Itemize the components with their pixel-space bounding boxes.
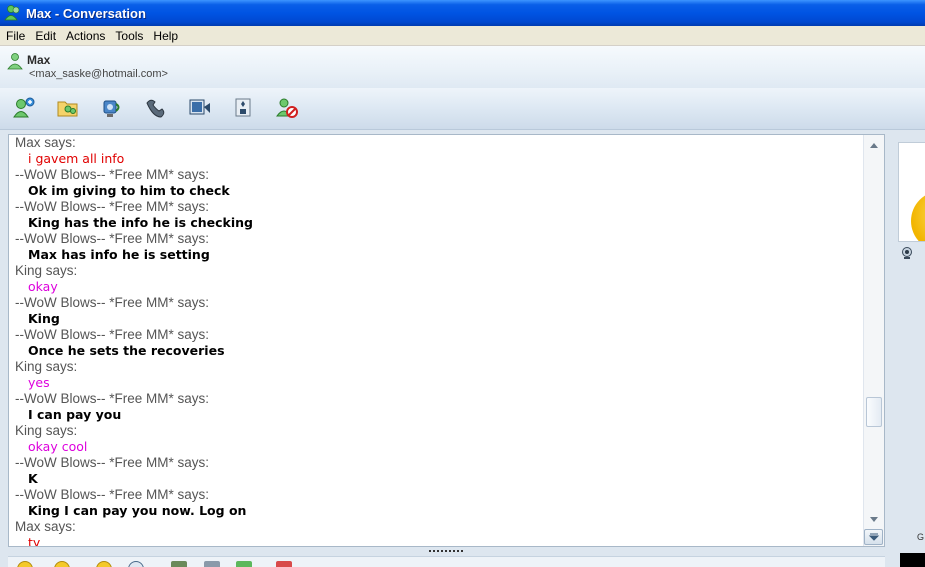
message-text: King I can pay you now. Log on bbox=[28, 503, 247, 518]
message-sender: --WoW Blows-- *Free MM* says: bbox=[15, 327, 210, 342]
contact-status-icon bbox=[7, 53, 23, 70]
message-text: ty bbox=[28, 535, 41, 547]
scroll-down-button[interactable] bbox=[867, 513, 881, 527]
message-sender: --WoW Blows-- *Free MM* says: bbox=[15, 487, 210, 502]
invite-contact-button[interactable] bbox=[10, 94, 38, 122]
message-sender: King says: bbox=[15, 263, 78, 278]
message-text: King has the info he is checking bbox=[28, 215, 254, 230]
message-item: Max says: ty bbox=[15, 519, 865, 547]
message-text: King bbox=[28, 311, 60, 326]
message-item: --WoW Blows-- *Free MM* says: King I can … bbox=[15, 487, 865, 519]
invite-contact-icon bbox=[13, 97, 35, 118]
pane-splitter[interactable] bbox=[8, 547, 885, 555]
games-icon bbox=[235, 98, 251, 117]
format-toolbar bbox=[8, 556, 885, 567]
webcam-icon bbox=[103, 100, 120, 117]
contact-display-picture[interactable] bbox=[898, 142, 925, 242]
arrow-up-icon bbox=[870, 143, 878, 148]
background-icon[interactable] bbox=[171, 561, 187, 567]
block-icon bbox=[276, 98, 298, 118]
message-list: Max says: i gavem all info --WoW Blows-- *… bbox=[15, 135, 865, 547]
scroll-thumb[interactable] bbox=[866, 397, 882, 427]
menu-actions[interactable]: Actions bbox=[62, 27, 111, 45]
message-sender: --WoW Blows-- *Free MM* says: bbox=[15, 295, 210, 310]
message-item: King says: okay cool bbox=[15, 423, 865, 455]
window-title: Max - Conversation bbox=[26, 5, 146, 21]
scroll-up-button[interactable] bbox=[867, 138, 881, 152]
send-files-icon bbox=[57, 101, 78, 117]
font-icon[interactable] bbox=[204, 561, 220, 567]
messenger-buddy-icon bbox=[4, 5, 20, 21]
message-text: okay bbox=[28, 279, 58, 294]
webcam-button[interactable] bbox=[98, 94, 126, 122]
message-sender: --WoW Blows-- *Free MM* says: bbox=[15, 455, 210, 470]
message-text: I can pay you bbox=[28, 407, 122, 422]
message-text: okay cool bbox=[28, 439, 88, 454]
contact-header: Max <max_saske@hotmail.com> bbox=[0, 46, 925, 88]
smiley-avatar-icon bbox=[911, 191, 925, 241]
send-files-button[interactable] bbox=[54, 94, 82, 122]
scroll-to-end-button[interactable] bbox=[864, 529, 883, 545]
message-text: Once he sets the recoveries bbox=[28, 343, 225, 358]
video-button[interactable] bbox=[186, 94, 214, 122]
conversation-scrollbar[interactable] bbox=[863, 135, 884, 546]
scroll-end-icon bbox=[868, 533, 879, 541]
message-item: --WoW Blows-- *Free MM* says: K bbox=[15, 455, 865, 487]
message-sender: Max says: bbox=[15, 135, 76, 150]
message-sender: --WoW Blows-- *Free MM* says: bbox=[15, 231, 210, 246]
call-button[interactable] bbox=[142, 94, 170, 122]
message-text: Max has info he is setting bbox=[28, 247, 210, 262]
ink-icon[interactable] bbox=[236, 561, 252, 567]
message-text: Ok im giving to him to check bbox=[28, 183, 230, 198]
title-bar[interactable]: Max - Conversation bbox=[0, 0, 925, 26]
message-text: K bbox=[28, 471, 38, 486]
emoticon-icon[interactable] bbox=[17, 561, 33, 567]
contact-email: <max_saske@hotmail.com> bbox=[29, 68, 168, 80]
my-display-picture[interactable] bbox=[900, 553, 925, 567]
message-sender: --WoW Blows-- *Free MM* says: bbox=[15, 199, 210, 214]
message-item: Max says: i gavem all info bbox=[15, 135, 865, 167]
call-icon bbox=[146, 99, 165, 118]
video-icon bbox=[189, 99, 210, 115]
wink-icon[interactable] bbox=[54, 561, 70, 567]
message-item: --WoW Blows-- *Free MM* says: Ok im givin… bbox=[15, 167, 865, 199]
gift-icon[interactable] bbox=[276, 561, 292, 567]
message-sender: King says: bbox=[15, 423, 78, 438]
arrow-down-icon bbox=[870, 517, 878, 522]
message-item: King says: yes bbox=[15, 359, 865, 391]
message-sender: --WoW Blows-- *Free MM* says: bbox=[15, 391, 210, 406]
right-panel-label: G bbox=[917, 532, 925, 542]
message-text: i gavem all info bbox=[28, 151, 125, 166]
message-sender: King says: bbox=[15, 359, 78, 374]
menu-help[interactable]: Help bbox=[149, 27, 184, 45]
message-item: --WoW Blows-- *Free MM* says: King has th… bbox=[15, 199, 865, 231]
webcam-small-icon[interactable] bbox=[900, 246, 914, 260]
splitter-grip-icon bbox=[428, 550, 463, 552]
menu-bar: File Edit Actions Tools Help bbox=[0, 26, 925, 46]
contact-name: Max bbox=[27, 53, 51, 67]
message-item: --WoW Blows-- *Free MM* says: Max has inf… bbox=[15, 231, 865, 263]
nudge-icon[interactable] bbox=[128, 561, 144, 567]
voice-clip-icon[interactable] bbox=[96, 561, 112, 567]
display-picture-panel: G bbox=[890, 134, 925, 567]
message-item: King says: okay bbox=[15, 263, 865, 295]
message-item: --WoW Blows-- *Free MM* says: I can pay y… bbox=[15, 391, 865, 423]
message-text: yes bbox=[28, 375, 50, 390]
message-sender: Max says: bbox=[15, 519, 76, 534]
menu-file[interactable]: File bbox=[2, 27, 31, 45]
menu-edit[interactable]: Edit bbox=[31, 27, 62, 45]
message-item: --WoW Blows-- *Free MM* says: Once he set… bbox=[15, 327, 865, 359]
games-button[interactable] bbox=[230, 94, 258, 122]
block-button[interactable] bbox=[274, 94, 302, 122]
action-toolbar bbox=[0, 88, 925, 130]
conversation-history[interactable]: Max says: i gavem all info --WoW Blows-- *… bbox=[8, 134, 885, 547]
menu-tools[interactable]: Tools bbox=[111, 27, 149, 45]
message-sender: --WoW Blows-- *Free MM* says: bbox=[15, 167, 210, 182]
message-item: --WoW Blows-- *Free MM* says: King bbox=[15, 295, 865, 327]
